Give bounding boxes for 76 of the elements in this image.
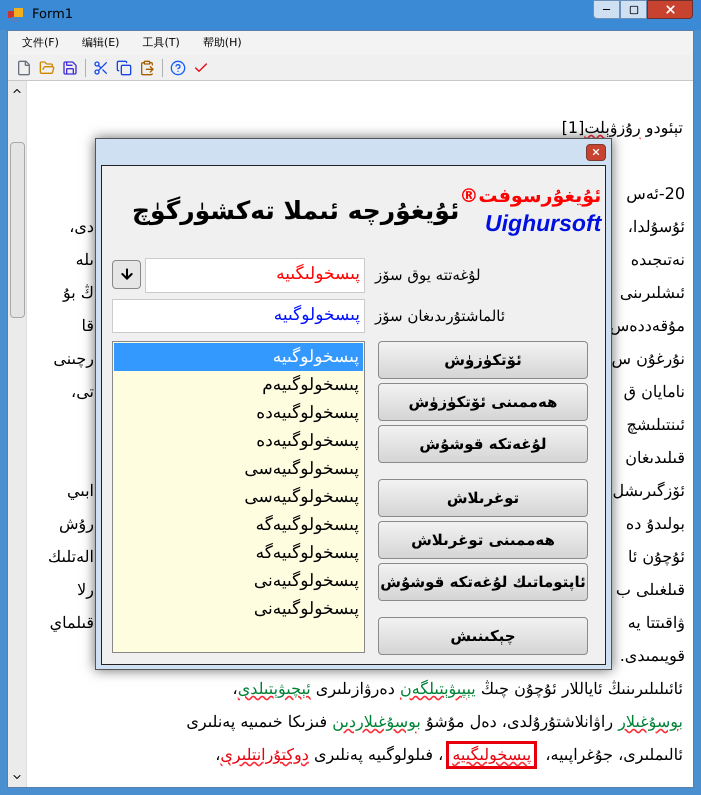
document-text: مۇقەددەس bbox=[610, 315, 685, 337]
copy-icon[interactable] bbox=[116, 60, 132, 76]
document-text: ىلە bbox=[76, 249, 94, 271]
dialog-button[interactable]: لۇغەتكە قوشۇش bbox=[378, 425, 588, 463]
document-text: رۇش bbox=[59, 513, 94, 535]
close-icon bbox=[591, 147, 601, 157]
suggestion-item[interactable]: پىسخولوگىيەنى bbox=[114, 567, 363, 595]
document-text: ابىي bbox=[66, 480, 94, 502]
logo-text: Uighursoft bbox=[485, 208, 602, 238]
document-text: 20-ئەس bbox=[626, 183, 685, 205]
document-text: قويىمىدى. bbox=[620, 645, 685, 667]
folder-icon[interactable] bbox=[39, 60, 55, 76]
document-text: بولىدۇ دە bbox=[626, 513, 685, 535]
paste-icon[interactable] bbox=[139, 60, 155, 76]
logo-text: ®ئۇيغۇرسوفت bbox=[459, 184, 602, 208]
cut-icon[interactable] bbox=[93, 60, 109, 76]
suggestion-item[interactable]: پىسخولوگىيەسى bbox=[114, 455, 363, 483]
unknown-word-field[interactable]: پىسخولىگىيە bbox=[145, 258, 365, 292]
dialog-heading: ئۇيغۇرچە ئىملا تەكشۈرگۈچ bbox=[132, 195, 460, 228]
document-text: الەتلىك bbox=[48, 546, 94, 568]
scroll-thumb[interactable] bbox=[10, 142, 24, 318]
dialog-button[interactable]: ئۆتكۈزۈش bbox=[378, 341, 588, 379]
document-text: رلا bbox=[77, 579, 94, 601]
close-button[interactable] bbox=[647, 0, 693, 19]
field-label: لۇغەتتە يوق سۆز bbox=[375, 264, 481, 286]
dialog-button[interactable]: چېكىنىش bbox=[378, 617, 588, 655]
menu-item[interactable]: 工具(T) bbox=[140, 34, 182, 52]
menu-item[interactable]: 文件(F) bbox=[20, 34, 61, 52]
replacement-field[interactable]: پىسخولوگىيە bbox=[112, 299, 365, 333]
dialog-button[interactable]: ھەممىنى ئۆتكۈزۈش bbox=[378, 383, 588, 421]
document-text: قا bbox=[81, 315, 94, 337]
dialog-button[interactable]: ئاپتوماتىك لۇغەتكە قوشۇش bbox=[378, 563, 588, 601]
document-text: ئۇچۇن ئا bbox=[628, 546, 685, 568]
document-text: نەتىجىدە bbox=[630, 249, 685, 271]
document-text: قىلىدىغان bbox=[625, 447, 685, 469]
suggestion-list[interactable]: پىسخولوگىيە پىسخولوگىيەم پىسخولوگىيەدە پىسخولوگىيەدە پىسخولوگىيەسى پىسخولوگىيەسى پىسخولوگىيەگە پىسخولوگىيەگە پىسخولوگىيەنى پىسخولوگىيەنى bbox=[112, 341, 365, 653]
field-label: ئالماشتۇرىدىغان سۆز bbox=[375, 306, 506, 327]
suggestion-item[interactable]: پىسخولوگىيەدە bbox=[114, 399, 363, 427]
suggestion-item[interactable]: پىسخولوگىيەنى bbox=[114, 595, 363, 623]
document-text: ئائىلىلىرىنىڭ ئاياللار ئۇچۇن چىڭ يېپىۋېتىلگەن دەرۋازىلىرى ئېچىۋېتىلدى، bbox=[232, 678, 683, 700]
help-icon[interactable] bbox=[170, 60, 186, 76]
document-text: نۇرغۇن س bbox=[612, 348, 685, 370]
document-text: دى، bbox=[69, 216, 94, 238]
scrollbar[interactable] bbox=[8, 81, 27, 787]
close-button[interactable] bbox=[586, 144, 606, 160]
suggestion-item[interactable]: پىسخولوگىيەگە bbox=[114, 539, 363, 567]
save-icon[interactable] bbox=[62, 60, 78, 76]
arrow-down-button[interactable] bbox=[112, 260, 141, 288]
document-text: بوسۇغىلار راۋانلاشتۇرۇلدى، دەل مۇشۇ بوسۇغىلاردىن فىزىكا خىمىيە پەنلىرى bbox=[186, 711, 683, 733]
app-icon bbox=[8, 7, 24, 23]
menu-item[interactable]: 帮助(H) bbox=[200, 34, 244, 52]
document-text: ئۆزگىرىشل bbox=[612, 480, 685, 502]
menu-item[interactable]: 编辑(E) bbox=[80, 34, 122, 52]
suggestion-item[interactable]: پىسخولوگىيەدە bbox=[114, 427, 363, 455]
document-text: ئۇسۇلدا، bbox=[628, 216, 685, 238]
window-title: Form1 bbox=[32, 6, 74, 24]
document-text: ئالىملىرى، جۇغراپىيە، پىسخولىگىيە ، فىلولوگىيە پەنلىرى دوكتۇرانتلىرى، bbox=[215, 738, 683, 771]
document-text: ڭ بۇ bbox=[63, 282, 94, 304]
suggestion-item[interactable]: پىسخولوگىيەم bbox=[114, 371, 363, 399]
document-text: رچىنى bbox=[53, 348, 94, 370]
document-text: نامايان ق bbox=[624, 381, 685, 403]
document-text: ۋاقىتتا يە bbox=[628, 612, 685, 634]
document-text: ئىنتىلىشچ bbox=[626, 414, 685, 436]
dialog-button[interactable]: ھەممىنى توغرىلاش bbox=[378, 521, 588, 559]
document-text: تى، bbox=[71, 381, 94, 403]
maximize-icon bbox=[628, 4, 638, 14]
arrow-down-icon bbox=[118, 266, 134, 282]
maximize-button[interactable] bbox=[620, 0, 647, 19]
close-icon bbox=[664, 3, 676, 16]
suggestion-item[interactable]: پىسخولوگىيەسى bbox=[114, 483, 363, 511]
suggestion-item[interactable]: پىسخولوگىيەگە bbox=[114, 511, 363, 539]
new-file-icon[interactable] bbox=[16, 60, 32, 76]
dialog-button[interactable]: توغرىلاش bbox=[378, 479, 588, 517]
document-text: قىلماي bbox=[50, 612, 94, 634]
document-text: ئىشلىرىنى bbox=[620, 282, 685, 304]
document-text: قىلغىلى ب bbox=[616, 579, 685, 601]
